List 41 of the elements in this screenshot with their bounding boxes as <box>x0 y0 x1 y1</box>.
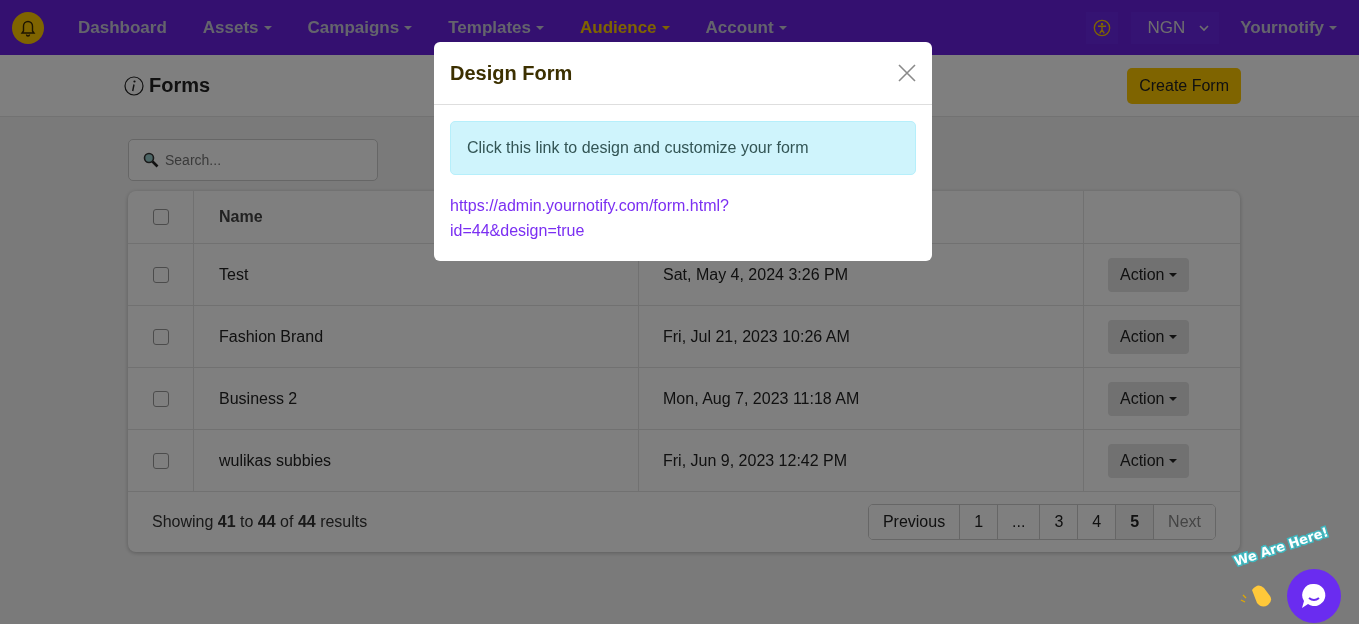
checkbox[interactable] <box>152 452 169 469</box>
table-cell: Mon, Aug 7, 2023 11:18 AM <box>663 389 860 408</box>
table-cell: wulikas subbies <box>219 451 332 470</box>
chevron-down-icon <box>1199 23 1210 32</box>
nav-link[interactable]: Dashboard <box>78 17 167 38</box>
pagination-button[interactable]: 5 <box>1115 505 1154 539</box>
account-menu[interactable]: Yournotify <box>1240 17 1337 38</box>
bell-logo-icon[interactable] <box>12 11 44 44</box>
checkbox[interactable] <box>152 266 169 283</box>
action-dropdown-button[interactable]: Action <box>1108 257 1190 292</box>
chat-button[interactable] <box>1287 569 1341 623</box>
table-cell: Sat, May 4, 2024 3:26 PM <box>663 265 848 284</box>
column-header: Name <box>219 208 263 226</box>
nav-link[interactable]: Templates <box>448 17 545 38</box>
nav-link[interactable]: Audience <box>580 17 670 38</box>
checkbox[interactable] <box>152 209 169 225</box>
nav-link[interactable]: Assets <box>202 17 272 38</box>
info-icon <box>124 75 144 96</box>
results-summary: Showing 41 to 44 of 44 results <box>152 513 368 531</box>
table-cell: Fashion Brand <box>219 327 324 346</box>
chat-greeting: We Are Here! <box>1232 524 1331 569</box>
checkbox[interactable] <box>152 390 169 407</box>
design-link[interactable]: https://admin.yournotify.com/form.html?id=44&design=true <box>450 193 729 243</box>
dialog-title: Design Form <box>450 61 573 85</box>
checkbox[interactable] <box>152 328 169 345</box>
table-cell: Fri, Jul 21, 2023 10:26 AM <box>663 327 850 346</box>
table-cell: Business 2 <box>219 389 298 408</box>
nav-link[interactable]: Campaigns <box>307 17 413 38</box>
table-cell: Test <box>219 265 249 284</box>
action-dropdown-button[interactable]: Action <box>1108 443 1190 478</box>
action-dropdown-button[interactable]: Action <box>1108 381 1190 416</box>
close-icon[interactable] <box>898 64 916 82</box>
search-field[interactable]: Search... <box>128 139 378 181</box>
search-icon <box>143 152 159 168</box>
table-cell: Fri, Jun 9, 2023 12:42 PM <box>663 451 848 470</box>
nav-link[interactable]: Account <box>705 17 787 38</box>
info-alert: Click this link to design and customize your form <box>450 121 916 175</box>
accessibility-icon <box>1093 18 1112 37</box>
create-form-button[interactable]: Create Form <box>1127 67 1241 104</box>
action-dropdown-button[interactable]: Action <box>1108 319 1190 354</box>
page-title: Forms <box>149 74 211 97</box>
